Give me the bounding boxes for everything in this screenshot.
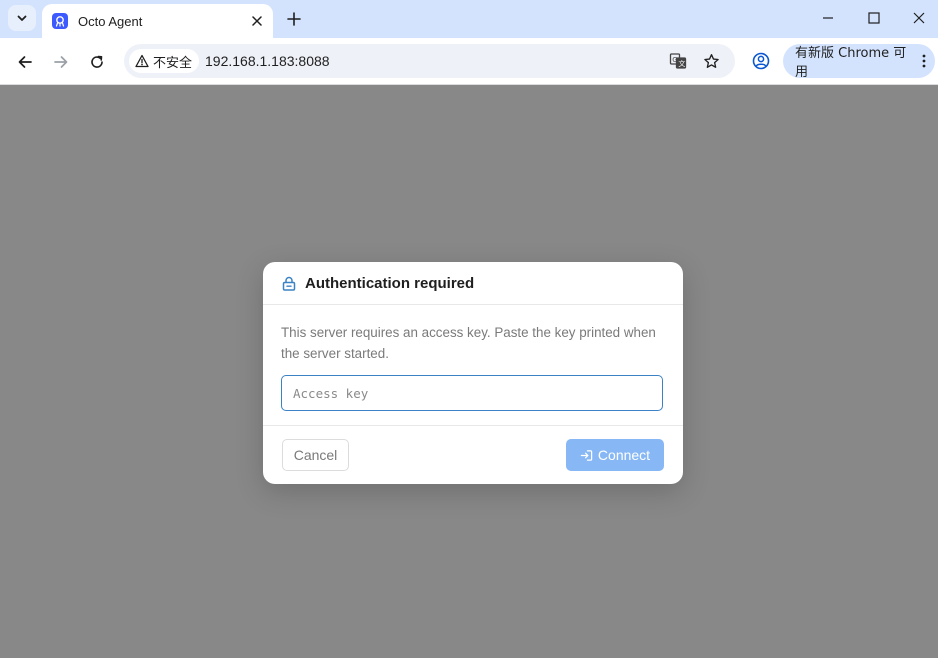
tab-search-button[interactable] [8,5,36,31]
translate-button[interactable]: G文 [667,50,689,72]
chevron-down-icon [17,15,27,21]
access-key-input[interactable] [281,375,663,411]
close-icon [252,16,262,26]
login-icon [580,449,593,461]
maximize-button[interactable] [851,0,897,36]
back-arrow-icon [18,56,32,68]
address-bar[interactable]: 不安全 192.168.1.183:8088 G文 [124,44,735,78]
back-button[interactable] [11,48,39,76]
cancel-button[interactable]: Cancel [282,439,349,471]
star-icon [703,53,719,68]
maximize-icon [868,12,880,24]
browser-toolbar: 不安全 192.168.1.183:8088 G文 有新版 Chrome 可用 [0,38,938,85]
connect-label: Connect [597,447,651,463]
profile-icon [752,52,770,70]
reload-icon [91,55,103,68]
reload-button[interactable] [83,48,111,76]
bookmark-star-button[interactable] [700,50,722,72]
auth-dialog: Authentication required This server requ… [263,262,683,484]
dialog-title: Authentication required [305,274,475,292]
octo-favicon-icon [52,13,68,29]
svg-text:文: 文 [678,59,685,68]
chrome-update-chip[interactable]: 有新版 Chrome 可用 [783,44,935,80]
cancel-label: Cancel [293,447,338,463]
minimize-button[interactable] [805,0,851,36]
lock-icon [282,276,296,291]
security-chip[interactable]: 不安全 [129,49,200,73]
security-label: 不安全 [153,55,193,71]
update-label: 有新版 Chrome 可用 [795,46,907,80]
tab-title: Octo Agent [78,13,143,29]
forward-arrow-icon [54,56,68,68]
profile-button[interactable] [748,48,774,74]
url-text[interactable]: 192.168.1.183:8088 [205,53,330,69]
minimize-icon [823,17,833,19]
dialog-footer: Cancel Connect [263,426,683,484]
tab-strip: Octo Agent [0,0,938,38]
new-tab-button[interactable] [282,7,306,31]
svg-text:G: G [672,56,677,64]
tab-octo-agent[interactable]: Octo Agent [42,4,273,38]
window-close-button[interactable] [896,0,938,36]
dialog-header: Authentication required [263,262,683,305]
warning-icon [135,54,149,68]
dialog-body: This server requires an access key. Past… [263,305,683,426]
translate-icon: G文 [669,53,687,69]
close-icon [913,12,925,24]
dialog-description: This server requires an access key. Past… [281,325,656,361]
tab-close-button[interactable] [247,11,267,31]
connect-button[interactable]: Connect [566,439,664,471]
kebab-menu-icon[interactable] [913,54,935,68]
forward-button[interactable] [47,48,75,76]
plus-icon [287,12,301,26]
